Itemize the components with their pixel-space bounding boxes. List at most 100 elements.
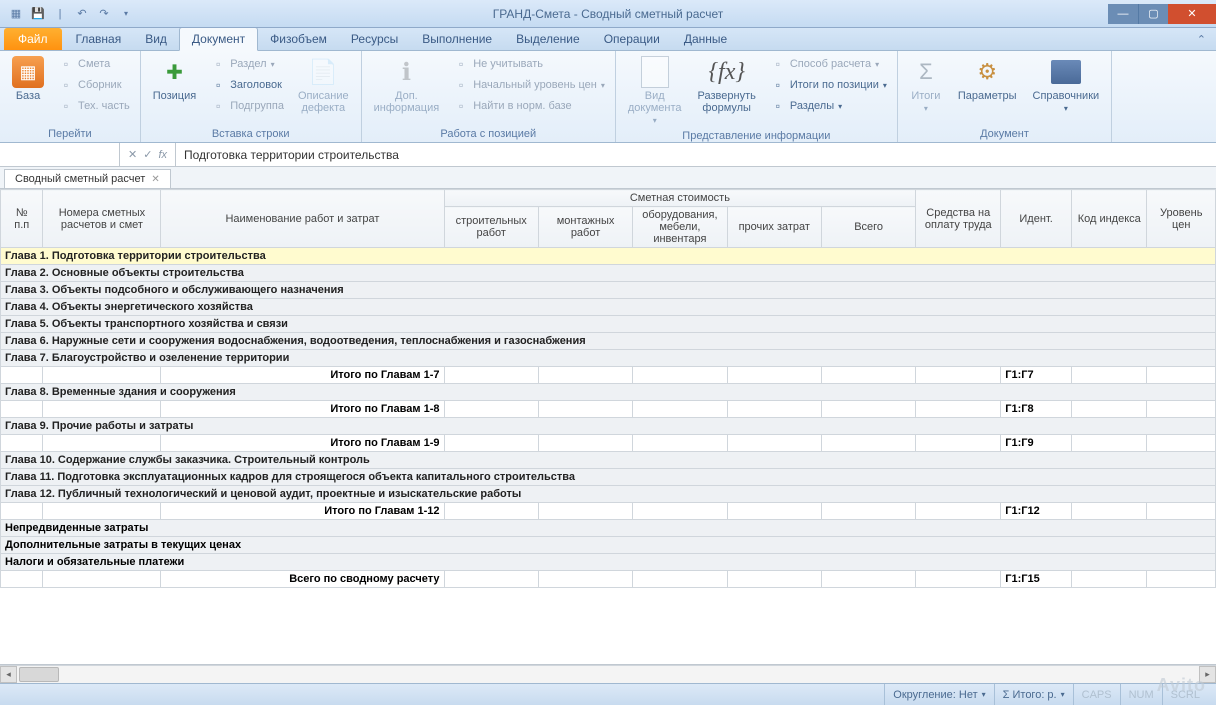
table-row[interactable]: Итого по Главам 1-12Г1:Г12 [1,503,1216,520]
ribbon-collapse-icon[interactable]: ⌃ [1197,33,1206,50]
table-row[interactable]: Глава 11. Подготовка эксплуатационных ка… [1,469,1216,486]
doc-view-button[interactable]: Виддокумента▾ [622,54,688,128]
col-c5[interactable]: Всего [821,207,915,248]
sheet-tab[interactable]: Сводный сметный расчет ✕ [4,169,171,188]
ribbon-tabs: Файл ГлавнаяВидДокументФизобъемРесурсыВы… [0,28,1216,51]
ribbon-tab-Главная[interactable]: Главная [64,28,134,50]
table-row[interactable]: Глава 3. Объекты подсобного и обслуживаю… [1,282,1216,299]
table-row[interactable]: Итого по Главам 1-8Г1:Г8 [1,401,1216,418]
table-row[interactable]: Глава 10. Содержание службы заказчика. С… [1,452,1216,469]
params-button[interactable]: ⚙ Параметры [952,54,1023,104]
table-row[interactable]: Глава 1. Подготовка территории строитель… [1,248,1216,265]
maximize-button[interactable]: ▢ [1138,4,1168,24]
section-btn-icon: ▫ [210,56,226,72]
scroll-thumb[interactable] [19,667,59,682]
table-row[interactable]: Глава 4. Объекты энергетического хозяйст… [1,299,1216,316]
accept-icon[interactable]: ✓ [143,148,152,161]
ribbon-tab-Вид[interactable]: Вид [133,28,179,50]
initprice-btn[interactable]: ▫ Начальный уровень цен ▾ [449,75,609,95]
formula-buttons: ✕ ✓ fx [120,143,176,166]
ribbon-tab-Выполнение[interactable]: Выполнение [410,28,504,50]
status-caps: CAPS [1073,684,1120,705]
table-row[interactable]: Всего по сводному расчетуГ1:Г15 [1,571,1216,588]
status-num: NUM [1120,684,1162,705]
name-box[interactable] [0,143,120,166]
col-c4[interactable]: прочих затрат [727,207,821,248]
undo-icon[interactable]: ↶ [74,6,90,22]
base-button[interactable]: ▦ База [6,54,50,104]
formula-input[interactable]: Подготовка территории строительства [176,148,1216,162]
table-row[interactable]: Глава 8. Временные здания и сооружения [1,384,1216,401]
ribbon-tab-Физобъем[interactable]: Физобъем [258,28,339,50]
cancel-icon[interactable]: ✕ [128,148,137,161]
table-row[interactable]: Глава 9. Прочие работы и затраты [1,418,1216,435]
table-row[interactable]: Итого по Главам 1-7Г1:Г7 [1,367,1216,384]
pos-totals-btn[interactable]: ▫ Итоги по позиции ▾ [766,75,891,95]
col-level[interactable]: Уровень цен [1147,190,1216,248]
col-cost[interactable]: Сметная стоимость [444,190,916,207]
calc-method-btn[interactable]: ▫ Способ расчета ▾ [766,54,891,74]
sheet-tab-label: Сводный сметный расчет [15,173,145,185]
col-c3[interactable]: оборудования, мебели, инвентаря [633,207,727,248]
refs-button[interactable]: Справочники▾ [1027,54,1106,116]
col-index[interactable]: Код индекса [1071,190,1146,248]
scroll-track[interactable] [17,666,1199,683]
subgroup-btn[interactable]: ▫ Подгруппа [206,96,288,116]
ribbon-tab-Ресурсы[interactable]: Ресурсы [339,28,410,50]
ribbon-tab-Выделение[interactable]: Выделение [504,28,592,50]
table-row[interactable]: Непредвиденные затраты [1,520,1216,537]
sheet-close-icon[interactable]: ✕ [151,174,159,185]
window-buttons: — ▢ ✕ [1108,4,1216,24]
find-norm-btn[interactable]: ▫ Найти в норм. базе [449,96,609,116]
pos-totals-btn-icon: ▫ [770,77,786,93]
ribbon-tab-Операции[interactable]: Операции [592,28,672,50]
totals-button[interactable]: Σ Итоги▾ [904,54,948,116]
status-total[interactable]: Σ Итого: р. ▾ [994,684,1073,705]
table-row[interactable]: Налоги и обязательные платежи [1,554,1216,571]
sbornik-btn-icon: ▫ [58,77,74,93]
calc-method-btn-icon: ▫ [770,56,786,72]
expand-formulas-button[interactable]: {fx} Развернутьформулы [692,54,762,116]
fx-icon[interactable]: fx [158,149,167,161]
ribbon-tab-Документ[interactable]: Документ [179,27,258,51]
col-labor[interactable]: Средства на оплату труда [916,190,1001,248]
minimize-button[interactable]: — [1108,4,1138,24]
save-icon[interactable]: 💾 [30,6,46,22]
col-c1[interactable]: строительных работ [444,207,538,248]
addinfo-button[interactable]: ℹ Доп.информация [368,54,446,116]
table-row[interactable]: Дополнительные затраты в текущих ценах [1,537,1216,554]
table-row[interactable]: Глава 7. Благоустройство и озеленение те… [1,350,1216,367]
exclude-btn[interactable]: ▫ Не учитывать [449,54,609,74]
techpart-btn[interactable]: ▫ Тех. часть [54,96,134,116]
subgroup-btn-icon: ▫ [210,98,226,114]
col-num[interactable]: Номера сметных расчетов и смет [43,190,161,248]
table-row[interactable]: Глава 5. Объекты транспортного хозяйства… [1,316,1216,333]
smeta-btn[interactable]: ▫ Смета [54,54,134,74]
ribbon-tab-Данные[interactable]: Данные [672,28,739,50]
header-btn[interactable]: ▫ Заголовок [206,75,288,95]
redo-icon[interactable]: ↷ [96,6,112,22]
sheet-tabs: Сводный сметный расчет ✕ [0,167,1216,189]
defect-desc-btn[interactable]: 📄 Описаниедефекта [292,54,355,116]
status-rounding[interactable]: Округление: Нет ▾ [884,684,993,705]
col-name[interactable]: Наименование работ и затрат [161,190,444,248]
file-tab[interactable]: Файл [4,28,62,50]
table-row[interactable]: Глава 2. Основные объекты строительства [1,265,1216,282]
table-row[interactable]: Глава 6. Наружные сети и сооружения водо… [1,333,1216,350]
horizontal-scrollbar[interactable]: ◂ ▸ [0,665,1216,683]
table-row[interactable]: Итого по Главам 1-9Г1:Г9 [1,435,1216,452]
close-button[interactable]: ✕ [1168,4,1216,24]
position-button[interactable]: ✚ Позиция [147,54,203,104]
titlebar: ▦ 💾 | ↶ ↷ ▾ ГРАНД-Смета - Сводный сметны… [0,0,1216,28]
formula-bar: ✕ ✓ fx Подготовка территории строительст… [0,143,1216,167]
sections-btn[interactable]: ▫ Разделы ▾ [766,96,891,116]
sbornik-btn[interactable]: ▫ Сборник [54,75,134,95]
table-row[interactable]: Глава 12. Публичный технологический и це… [1,486,1216,503]
grid-area[interactable]: № п.п Номера сметных расчетов и смет Наи… [0,189,1216,665]
section-btn[interactable]: ▫ Раздел ▾ [206,54,288,74]
col-ident[interactable]: Идент. [1001,190,1072,248]
col-c2[interactable]: монтажных работ [538,207,632,248]
scroll-left-icon[interactable]: ◂ [0,666,17,683]
col-pp[interactable]: № п.п [1,190,43,248]
qat-dropdown-icon[interactable]: ▾ [118,6,134,22]
